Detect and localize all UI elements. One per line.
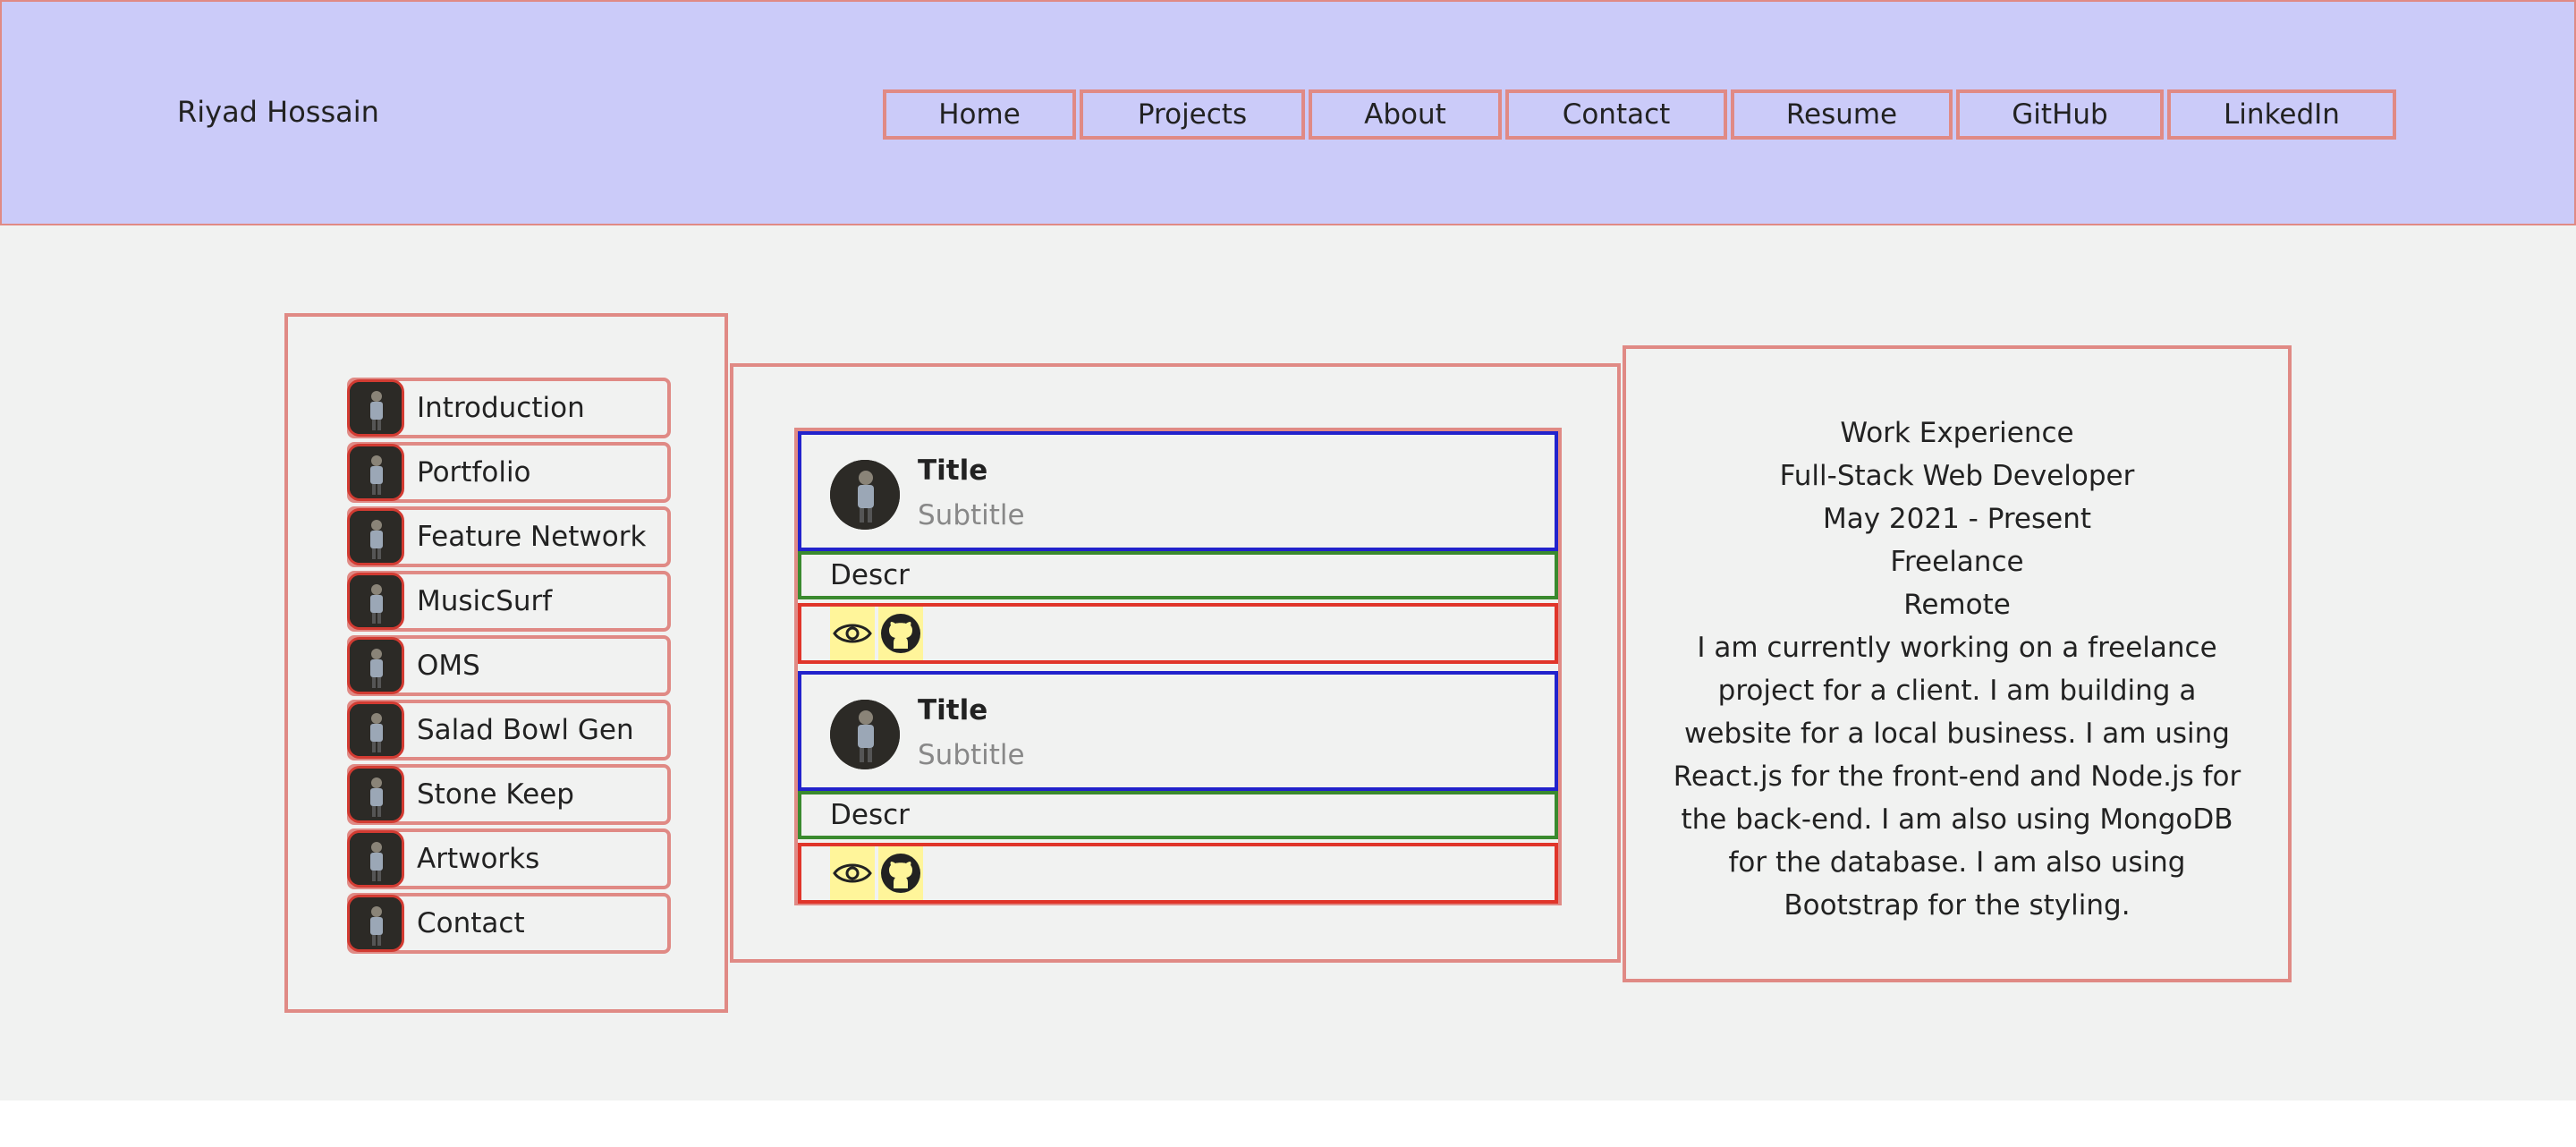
experience-location: Remote <box>1903 589 2011 621</box>
sidebar-item-artworks[interactable]: Artworks <box>347 828 671 889</box>
experience-description: I am currently working on a freelance pr… <box>1673 632 2241 922</box>
nav-home[interactable]: Home <box>883 89 1076 140</box>
avatar <box>347 573 404 630</box>
card-header[interactable]: Title Subtitle <box>798 431 1558 551</box>
card-title: Title <box>918 455 988 487</box>
project-card-list: Title Subtitle Descr Title Subtitle Desc… <box>794 428 1562 905</box>
eye-icon[interactable] <box>830 846 875 900</box>
sidebar-item-salad-bowl-gen[interactable]: Salad Bowl Gen <box>347 700 671 760</box>
eye-icon[interactable] <box>830 607 875 660</box>
card-description-text: Descr <box>830 799 910 831</box>
card-subtitle: Subtitle <box>918 739 1025 771</box>
card-description-text: Descr <box>830 559 910 591</box>
avatar <box>347 379 404 437</box>
github-icon[interactable] <box>878 846 923 900</box>
experience-type: Freelance <box>1890 546 2024 578</box>
main-nav: Home Projects About Contact Resume GitHu… <box>883 89 2396 140</box>
nav-resume[interactable]: Resume <box>1731 89 1953 140</box>
sidebar-item-label: Portfolio <box>417 456 531 489</box>
avatar <box>347 701 404 759</box>
avatar <box>347 766 404 823</box>
sidebar-item-label: Feature Network <box>417 521 647 553</box>
card-subtitle: Subtitle <box>918 499 1025 531</box>
sidebar-item-label: Introduction <box>417 392 585 424</box>
sidebar-item-label: MusicSurf <box>417 585 553 617</box>
sidebar-item-contact[interactable]: Contact <box>347 893 671 954</box>
experience-dates: May 2021 - Present <box>1822 503 2092 535</box>
github-icon[interactable] <box>878 607 923 660</box>
nav-github[interactable]: GitHub <box>1956 89 2164 140</box>
nav-contact[interactable]: Contact <box>1505 89 1727 140</box>
experience-role: Full-Stack Web Developer <box>1779 460 2135 492</box>
card-title: Title <box>918 694 988 726</box>
site-brand[interactable]: Riyad Hossain <box>177 95 379 129</box>
nav-about[interactable]: About <box>1309 89 1502 140</box>
site-header: Riyad Hossain Home Projects About Contac… <box>0 0 2576 225</box>
card-actions <box>798 843 1558 904</box>
sidebar-item-label: Contact <box>417 907 525 939</box>
card-actions <box>798 603 1558 664</box>
project-sidebar: Introduction Portfolio Feature Network M… <box>284 313 728 1013</box>
card-description: Descr <box>798 791 1558 839</box>
card-description: Descr <box>798 551 1558 599</box>
nav-linkedin[interactable]: LinkedIn <box>2167 89 2396 140</box>
card-header[interactable]: Title Subtitle <box>798 671 1558 791</box>
avatar <box>347 830 404 888</box>
avatar <box>347 895 404 952</box>
sidebar-item-musicsurf[interactable]: MusicSurf <box>347 571 671 632</box>
sidebar-item-label: Stone Keep <box>417 778 574 811</box>
work-experience-panel: Work Experience Full-Stack Web Developer… <box>1623 345 2292 982</box>
sidebar-item-stone-keep[interactable]: Stone Keep <box>347 764 671 825</box>
sidebar-item-label: Artworks <box>417 843 540 875</box>
nav-projects[interactable]: Projects <box>1080 89 1305 140</box>
avatar <box>830 460 900 530</box>
avatar <box>347 444 404 501</box>
avatar <box>830 700 900 769</box>
experience-heading: Work Experience <box>1840 417 2074 449</box>
project-panel: Title Subtitle Descr Title Subtitle Desc… <box>730 363 1621 963</box>
sidebar-item-portfolio[interactable]: Portfolio <box>347 442 671 503</box>
avatar <box>347 637 404 694</box>
sidebar-item-label: OMS <box>417 650 480 682</box>
sidebar-item-feature-network[interactable]: Feature Network <box>347 506 671 567</box>
sidebar-item-oms[interactable]: OMS <box>347 635 671 696</box>
sidebar-item-introduction[interactable]: Introduction <box>347 378 671 438</box>
work-experience-content: Work Experience Full-Stack Web Developer… <box>1662 412 2252 927</box>
sidebar-item-label: Salad Bowl Gen <box>417 714 634 746</box>
avatar <box>347 508 404 565</box>
